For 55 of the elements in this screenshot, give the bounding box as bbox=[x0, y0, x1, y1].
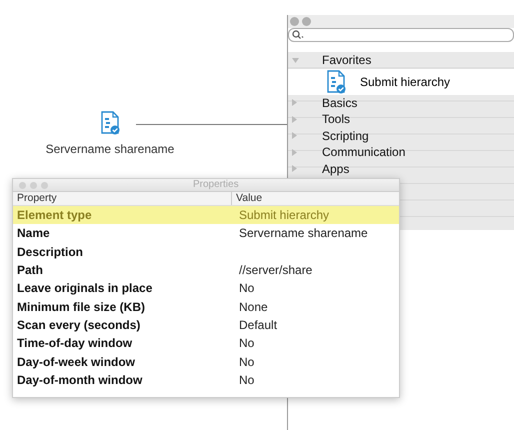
property-row[interactable]: Name Servername sharename bbox=[13, 224, 399, 243]
property-name: Day-of-week window bbox=[16, 354, 136, 369]
property-name: Leave originals in place bbox=[16, 281, 154, 296]
property-row[interactable]: Minimum file size (KB) None bbox=[13, 297, 399, 316]
property-name: Element type bbox=[16, 208, 93, 222]
property-name: Day-of-month window bbox=[16, 372, 144, 387]
minimize-icon[interactable] bbox=[302, 17, 311, 26]
property-name: Time-of-day window bbox=[16, 336, 134, 350]
property-name: Name bbox=[16, 226, 51, 240]
search-field[interactable] bbox=[288, 28, 514, 42]
category-row[interactable]: Basics bbox=[288, 94, 514, 111]
expand-triangle-icon[interactable] bbox=[292, 165, 297, 172]
property-row[interactable]: Time-of-day window No bbox=[13, 334, 399, 352]
property-value[interactable]: No bbox=[235, 372, 399, 387]
property-row[interactable]: Description bbox=[13, 242, 399, 261]
category-row[interactable]: Communication bbox=[288, 144, 514, 160]
element-item[interactable]: Submit hierarchy bbox=[288, 68, 514, 94]
property-row[interactable]: Scan every (seconds) Default bbox=[13, 316, 399, 334]
zoom-icon[interactable] bbox=[41, 182, 48, 188]
expand-triangle-icon[interactable] bbox=[292, 148, 297, 156]
property-name: Scan every (seconds) bbox=[16, 318, 142, 332]
property-name: Minimum file size (KB) bbox=[16, 300, 146, 314]
property-value[interactable]: Servername sharename bbox=[235, 226, 399, 240]
property-row[interactable]: Day-of-month window No bbox=[13, 370, 399, 389]
column-header[interactable]: Property bbox=[13, 192, 231, 205]
property-value[interactable]: Submit hierarchy bbox=[235, 208, 399, 222]
document-icon bbox=[326, 70, 346, 94]
expand-triangle-icon[interactable] bbox=[292, 116, 297, 123]
category-row[interactable]: Tools bbox=[288, 111, 514, 128]
category-row[interactable]: Scripting bbox=[288, 128, 514, 144]
property-row[interactable]: Day-of-week window No bbox=[13, 352, 399, 371]
node-label: Servername sharename bbox=[46, 142, 174, 156]
window-title: Properties bbox=[193, 179, 239, 191]
category-row[interactable]: Apps bbox=[288, 160, 514, 177]
property-name: Description bbox=[16, 244, 84, 259]
property-row[interactable]: Leave originals in place No bbox=[13, 279, 399, 298]
close-icon[interactable] bbox=[19, 182, 26, 188]
property-value[interactable]: No bbox=[235, 336, 399, 350]
category-row[interactable]: Favorites bbox=[288, 52, 514, 68]
collapse-triangle-icon[interactable] bbox=[292, 58, 299, 63]
column-header[interactable]: Value bbox=[231, 192, 399, 205]
minimize-icon[interactable] bbox=[30, 182, 37, 188]
property-row[interactable]: Element type Submit hierarchy bbox=[13, 206, 399, 224]
property-value[interactable]: Default bbox=[235, 318, 399, 332]
close-icon[interactable] bbox=[290, 17, 299, 26]
property-value[interactable]: None bbox=[235, 300, 399, 314]
property-value[interactable]: No bbox=[235, 354, 399, 369]
property-value[interactable]: //server/share bbox=[235, 263, 399, 278]
expand-triangle-icon[interactable] bbox=[292, 132, 297, 140]
property-value[interactable]: No bbox=[235, 281, 399, 296]
search-icon bbox=[292, 30, 304, 40]
expand-triangle-icon[interactable] bbox=[292, 99, 297, 106]
property-row[interactable]: Path //server/share bbox=[13, 260, 399, 280]
document-icon bbox=[100, 110, 120, 136]
property-name: Path bbox=[16, 263, 44, 278]
